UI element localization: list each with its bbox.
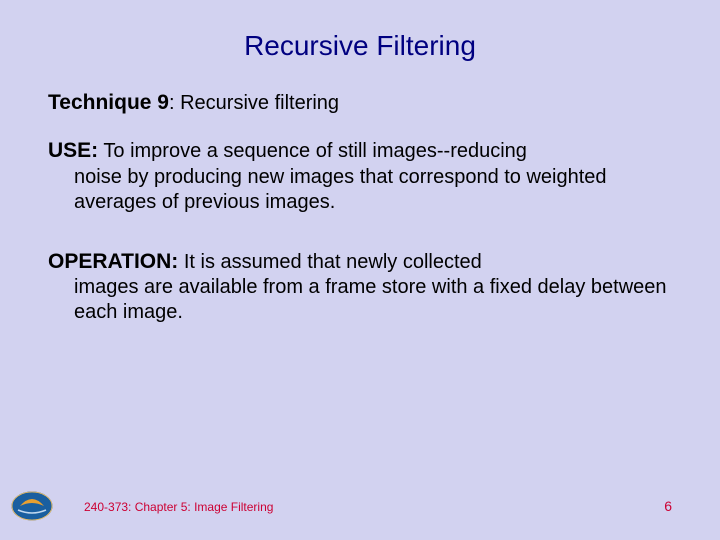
use-label: USE: (48, 139, 98, 162)
footer: 240-373: Chapter 5: Image Filtering 6 (0, 498, 720, 514)
operation-label: OPERATION: (48, 250, 178, 273)
operation-block: OPERATION: It is assumed that newly coll… (48, 249, 672, 325)
footer-chapter: 240-373: Chapter 5: Image Filtering (84, 500, 273, 514)
use-rest: noise by producing new images that corre… (74, 165, 672, 215)
use-first-line: To improve a sequence of still images--r… (98, 140, 527, 162)
technique-label: Technique 9 (48, 91, 169, 114)
technique-sep: : (169, 92, 180, 114)
spacer (48, 237, 672, 249)
operation-first-line: It is assumed that newly collected (178, 251, 481, 273)
technique-line: Technique 9: Recursive filtering (48, 90, 672, 116)
slide-body: Technique 9: Recursive filtering USE: To… (48, 90, 672, 325)
operation-rest: images are available from a frame store … (74, 275, 672, 325)
page-number: 6 (664, 498, 672, 514)
technique-text: Recursive filtering (180, 92, 339, 114)
slide-title: Recursive Filtering (48, 30, 672, 62)
use-block: USE: To improve a sequence of still imag… (48, 138, 672, 214)
slide: Recursive Filtering Technique 9: Recursi… (0, 0, 720, 540)
